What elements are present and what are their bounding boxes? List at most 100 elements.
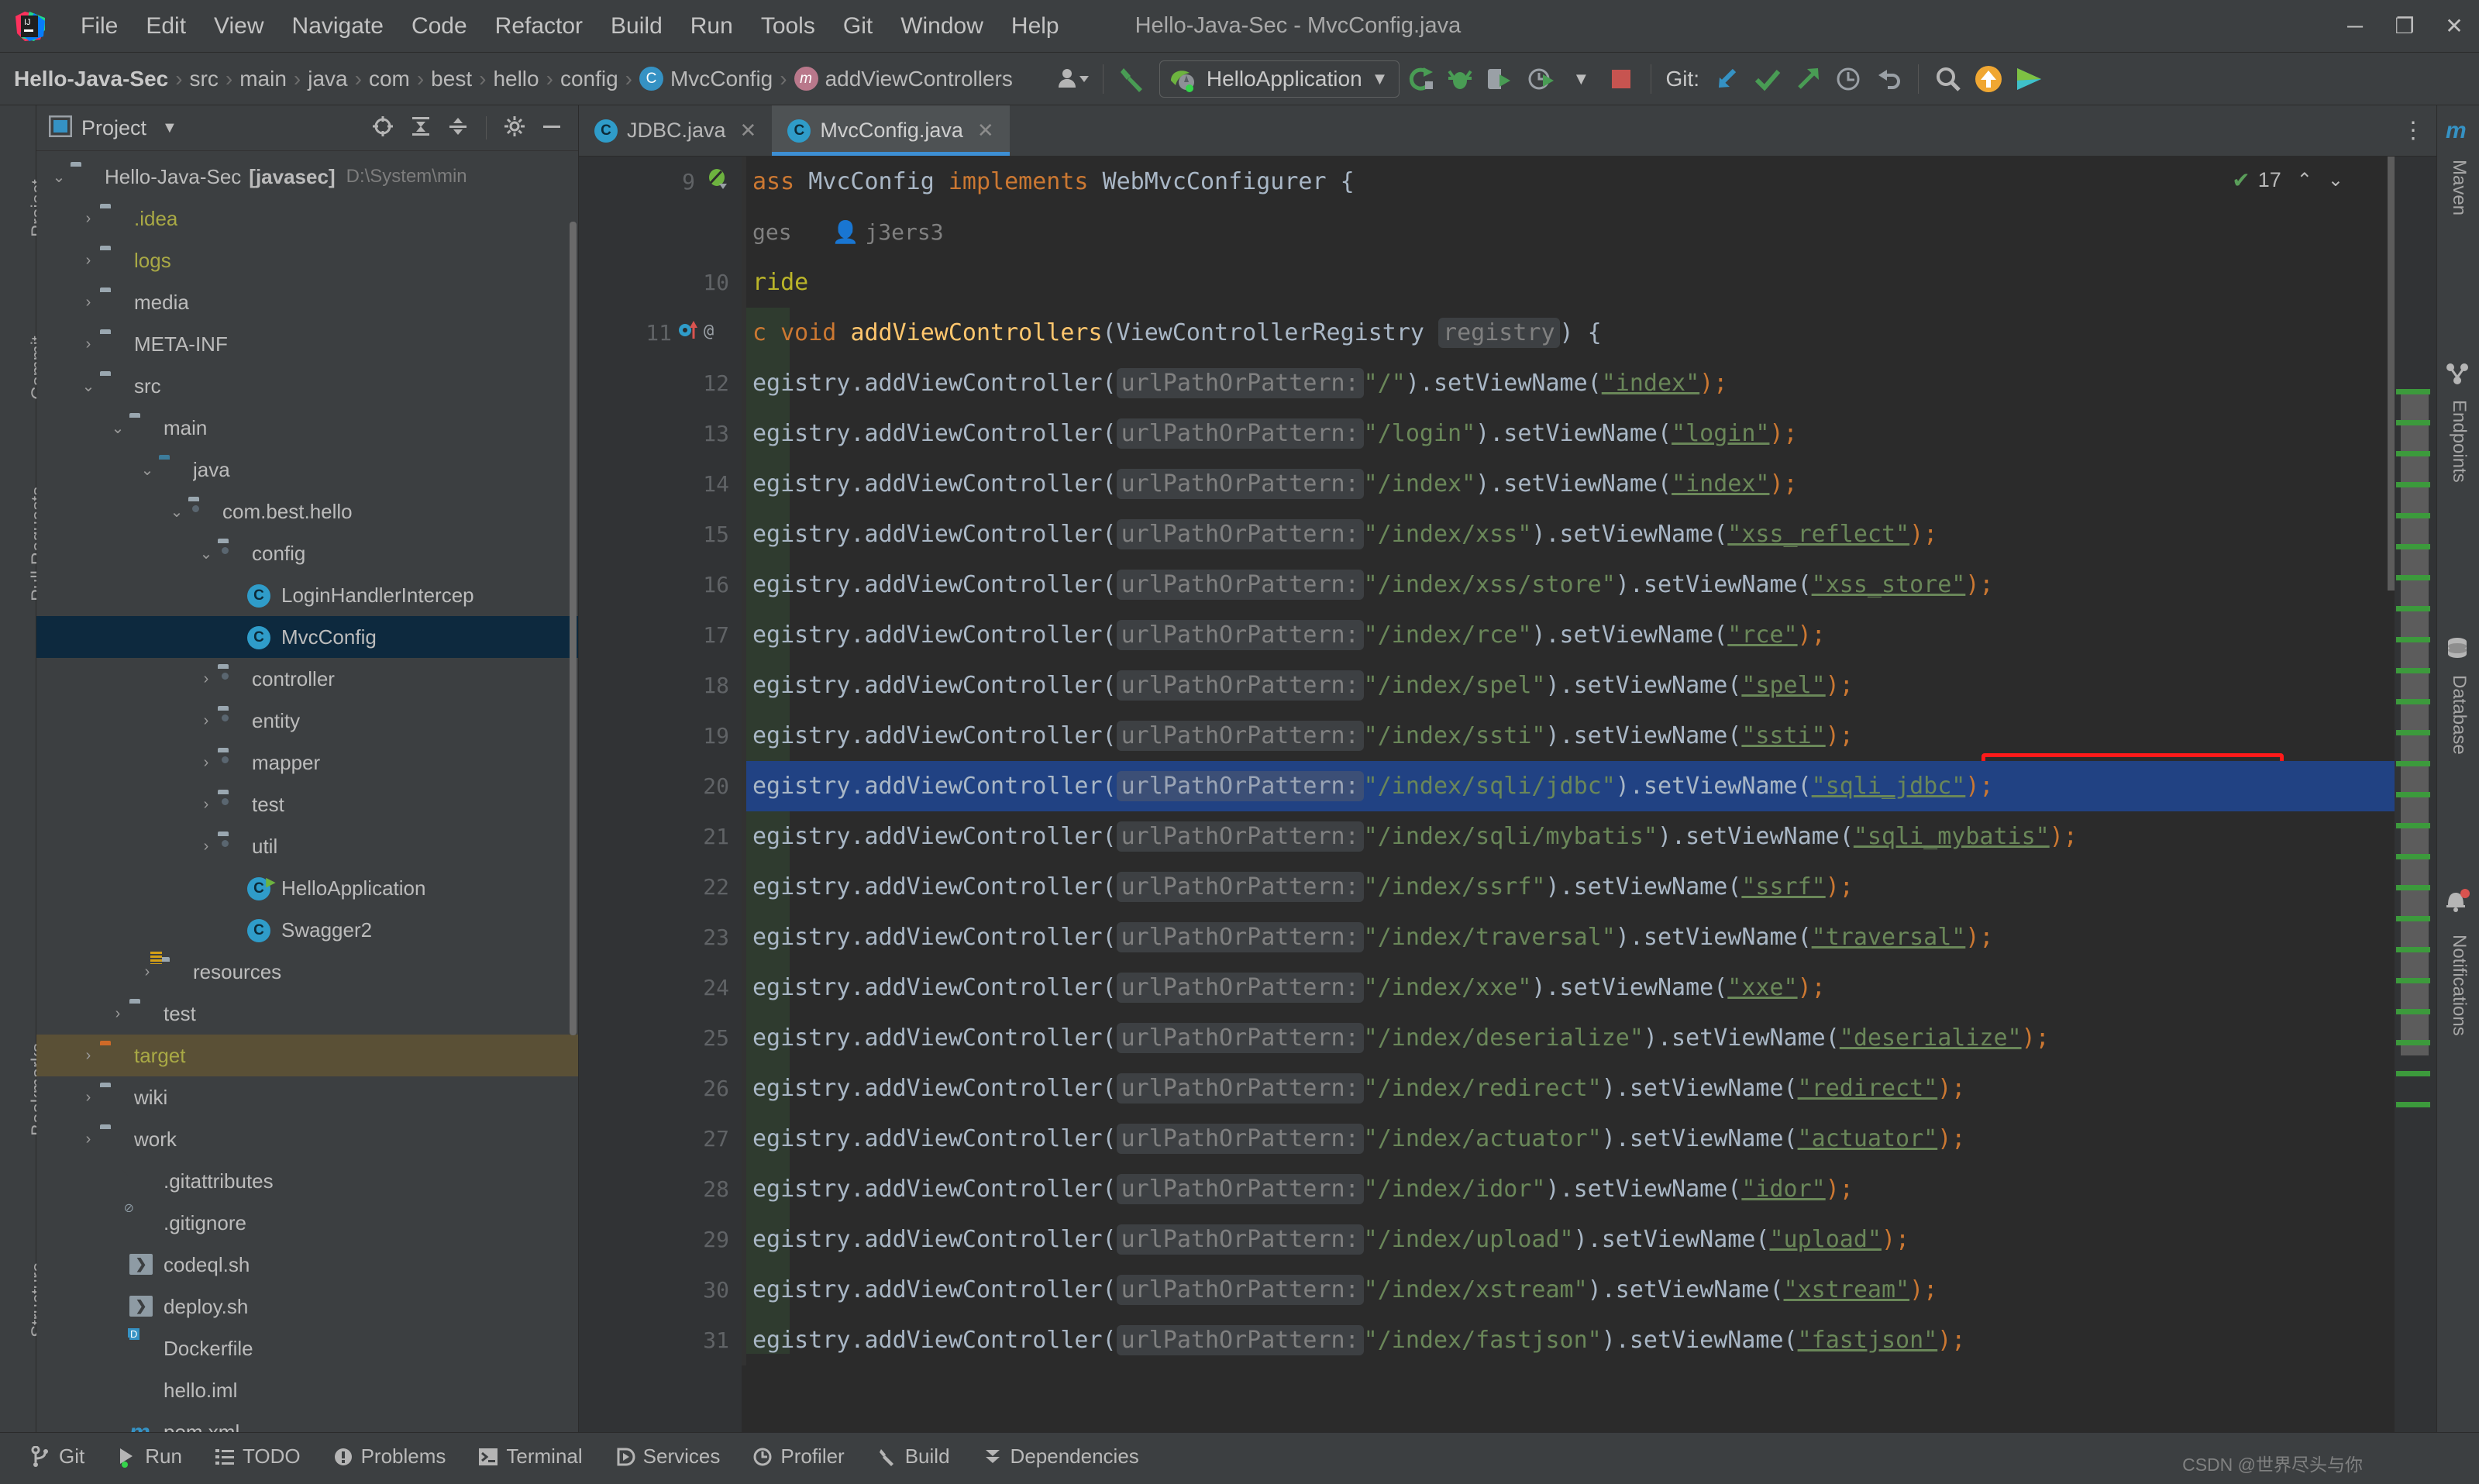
settings-gear-icon[interactable] [504, 115, 525, 141]
menu-window[interactable]: Window [887, 13, 997, 40]
tree-node-com-best-hello[interactable]: ⌄ com.best.hello [36, 491, 578, 532]
chevron-right-icon[interactable]: › [77, 1131, 100, 1148]
code-line-20[interactable]: egistry.addViewController(urlPathOrPatte… [742, 761, 2395, 811]
code-line-15[interactable]: egistry.addViewController(urlPathOrPatte… [742, 509, 2395, 560]
run-with-coverage-icon[interactable] [1480, 59, 1520, 99]
breadcrumb-java[interactable]: java [308, 67, 347, 91]
event-message-line[interactable]: HelloApplication: Failed to retrieve app… [0, 1480, 2479, 1484]
maximize-button[interactable]: ❐ [2380, 1, 2429, 52]
gutter-line-20[interactable]: 20 [579, 761, 742, 811]
code-line-25[interactable]: egistry.addViewController(urlPathOrPatte… [742, 1013, 2395, 1063]
code-line-9[interactable]: ass MvcConfig implements WebMvcConfigure… [742, 157, 2395, 207]
menu-navigate[interactable]: Navigate [278, 13, 398, 40]
ide-feature-trainer-icon[interactable] [2009, 59, 2049, 99]
breadcrumb-class[interactable]: MvcConfig [670, 67, 773, 91]
notifications-bell-icon[interactable] [2444, 888, 2470, 917]
gutter-line-23[interactable]: 23 [579, 912, 742, 962]
chevron-down-icon[interactable]: ⌄ [47, 167, 71, 187]
override-gutter-icon[interactable]: @ [678, 318, 729, 347]
tree-node-target[interactable]: › target [36, 1035, 578, 1077]
inspection-widget[interactable]: ✔ 17 ⌃ ⌄ [2232, 167, 2343, 193]
build-hammer-icon[interactable] [1113, 59, 1153, 99]
close-button[interactable]: ✕ [2429, 1, 2479, 52]
chevron-down-icon[interactable]: ▼ [1372, 69, 1389, 89]
code-line-27[interactable]: egistry.addViewController(urlPathOrPatte… [742, 1114, 2395, 1164]
strip-item-notifications[interactable]: Notifications [2448, 935, 2470, 1036]
code-line-14[interactable]: egistry.addViewController(urlPathOrPatte… [742, 459, 2395, 509]
breadcrumb-main[interactable]: main [239, 67, 287, 91]
code-line-annotation1[interactable]: ges 👤 j3ers3 [742, 207, 2395, 257]
breadcrumb-src[interactable]: src [190, 67, 219, 91]
chevron-right-icon[interactable]: › [77, 1089, 100, 1107]
chevron-right-icon[interactable]: › [195, 712, 218, 730]
gutter-line-28[interactable]: 28 [579, 1164, 742, 1214]
code-line-24[interactable]: egistry.addViewController(urlPathOrPatte… [742, 962, 2395, 1013]
code-line-29[interactable]: egistry.addViewController(urlPathOrPatte… [742, 1214, 2395, 1265]
tree-node-codeql-sh[interactable]: ❯ codeql.sh [36, 1244, 578, 1286]
menu-refactor[interactable]: Refactor [481, 13, 597, 40]
gutter-line-27[interactable]: 27 [579, 1114, 742, 1164]
code-line-10[interactable]: ride [742, 257, 2395, 308]
breadcrumb-com[interactable]: com [369, 67, 410, 91]
gutter-line-15[interactable]: 15 [579, 509, 742, 560]
gutter-line-21[interactable]: 21 [579, 811, 742, 862]
chevron-right-icon[interactable]: › [77, 1047, 100, 1065]
editor-tab-jdbc[interactable]: C JDBC.java ✕ [579, 105, 772, 156]
tree-node-test[interactable]: › test [36, 783, 578, 825]
tool-window-git[interactable]: Git [31, 1444, 84, 1469]
strip-item-endpoints[interactable]: Endpoints [2448, 400, 2470, 483]
code-line-23[interactable]: egistry.addViewController(urlPathOrPatte… [742, 912, 2395, 962]
gutter-line-31[interactable]: 31 [579, 1315, 742, 1365]
tree-node-deploy-sh[interactable]: ❯ deploy.sh [36, 1286, 578, 1327]
code-line-11[interactable]: c void addViewControllers(ViewController… [742, 308, 2395, 358]
gutter-line-24[interactable]: 24 [579, 962, 742, 1013]
git-history-icon[interactable] [1828, 59, 1868, 99]
expand-all-icon[interactable] [410, 115, 432, 141]
menu-tools[interactable]: Tools [747, 13, 829, 40]
tree-node-swagger2[interactable]: C Swagger2 [36, 909, 578, 951]
strip-item-database[interactable]: Database [2448, 675, 2470, 755]
code-line-19[interactable]: egistry.addViewController(urlPathOrPatte… [742, 711, 2395, 761]
tree-node-util[interactable]: › util [36, 825, 578, 867]
close-tab-icon[interactable]: ✕ [977, 119, 994, 143]
menu-view[interactable]: View [200, 13, 277, 40]
user-avatar-icon[interactable] [1053, 59, 1093, 99]
tree-node-resources[interactable]: › resources [36, 951, 578, 993]
error-stripe[interactable] [2395, 157, 2436, 1432]
code-line-12[interactable]: egistry.addViewController(urlPathOrPatte… [742, 358, 2395, 408]
code-line-22[interactable]: egistry.addViewController(urlPathOrPatte… [742, 862, 2395, 912]
gutter-line-10[interactable]: 10 [579, 257, 742, 308]
profiler-run-icon[interactable] [1520, 59, 1561, 99]
tool-window-profiler[interactable]: Profiler [752, 1444, 845, 1469]
tree-node-config[interactable]: ⌄ config [36, 532, 578, 574]
chevron-down-icon[interactable]: ⌄ [77, 377, 100, 396]
git-update-project-icon[interactable] [1707, 59, 1747, 99]
chevron-right-icon[interactable]: › [195, 838, 218, 856]
chevron-down-icon[interactable]: ⌄ [106, 418, 129, 438]
tool-window-services[interactable]: Services [615, 1444, 720, 1469]
gutter-line-29[interactable]: 29 [579, 1214, 742, 1265]
gutter-line-17[interactable]: 17 [579, 610, 742, 660]
tree-node-controller[interactable]: › controller [36, 658, 578, 700]
breadcrumb-best[interactable]: best [431, 67, 472, 91]
hide-panel-icon[interactable] [541, 115, 563, 141]
chevron-right-icon[interactable]: › [77, 336, 100, 353]
breadcrumb-config[interactable]: config [560, 67, 618, 91]
chevron-down-icon[interactable]: ▼ [1561, 59, 1601, 99]
gutter-line-16[interactable]: 16 [579, 560, 742, 610]
tree-node-hello-java-sec[interactable]: ⌄ Hello-Java-Sec [javasec] D:\System\min [36, 156, 578, 198]
tool-window-run[interactable]: Run [117, 1444, 182, 1469]
chevron-down-icon[interactable]: ⌄ [136, 460, 159, 480]
strip-item-maven[interactable]: Maven [2448, 160, 2470, 215]
database-icon[interactable] [2445, 636, 2470, 665]
tree-node-loginhandlerintercep[interactable]: C LoginHandlerIntercep [36, 574, 578, 616]
gutter-line-30[interactable]: 30 [579, 1265, 742, 1315]
menu-run[interactable]: Run [677, 13, 747, 40]
tree-node-wiki[interactable]: › wiki [36, 1076, 578, 1118]
code-line-13[interactable]: egistry.addViewController(urlPathOrPatte… [742, 408, 2395, 459]
gutter-line-11[interactable]: 11 @ [579, 308, 742, 358]
tree-node-test[interactable]: › test [36, 993, 578, 1035]
tool-window-build[interactable]: Build [877, 1444, 950, 1469]
tree-node-java[interactable]: ⌄ java [36, 449, 578, 491]
chevron-right-icon[interactable]: › [195, 796, 218, 814]
